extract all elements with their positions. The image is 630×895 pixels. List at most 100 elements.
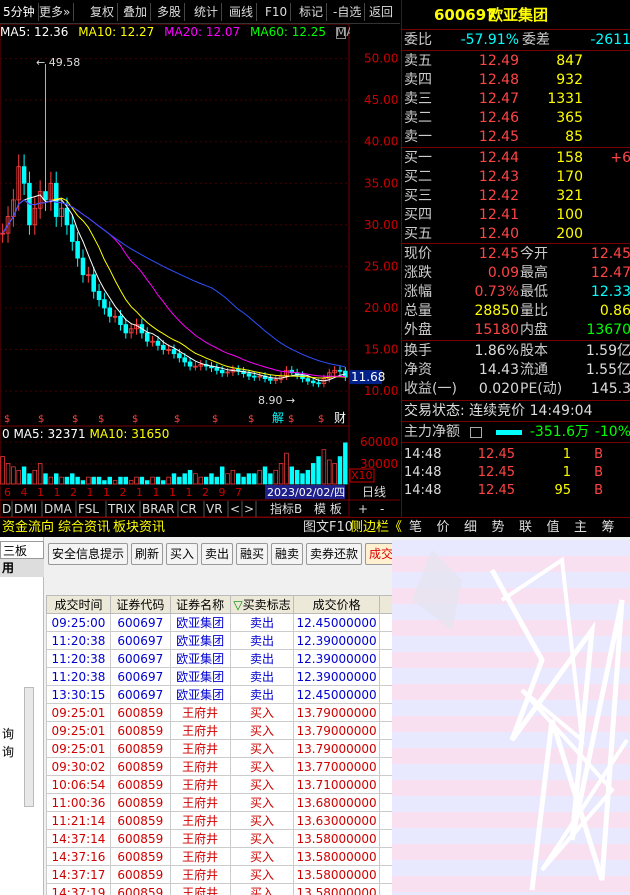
tab-right-5[interactable]: 值: [547, 519, 560, 537]
indicator-tab-9: >: [244, 502, 254, 516]
price-tick-label: 35.00: [364, 176, 398, 190]
trade-button-4[interactable]: 融买: [236, 543, 268, 565]
tab-right-6[interactable]: 主: [574, 519, 587, 537]
volume-bar: [316, 456, 321, 485]
weibi-row: 委比 -57.91% 委差 -2611: [402, 31, 630, 50]
candle: [112, 309, 118, 323]
volume-bar: [209, 473, 214, 485]
cell-name: 欧亚集团: [169, 631, 231, 650]
volume-bar: [145, 480, 150, 485]
tab-right-4[interactable]: 联: [519, 519, 532, 537]
stat-row: 收益(一) 0.020 PE(动) 145.3: [402, 380, 630, 399]
sell-order-row[interactable]: 卖五 12.49 847: [402, 52, 630, 71]
tab-right-1[interactable]: 价: [437, 519, 450, 537]
buy-order-row[interactable]: 买二 12.43 170: [402, 168, 630, 187]
tab-right-0[interactable]: 笔: [409, 519, 422, 537]
sell-order-row[interactable]: 卖一 12.45 85: [402, 128, 630, 147]
sell-order-row[interactable]: 卖四 12.48 932: [402, 71, 630, 90]
sidebar-item-query1[interactable]: 询: [0, 725, 44, 743]
kline-chart[interactable]: 50.00 45.00 40.00 35.00 30.00 25.00 20.00 15.00…: [0, 24, 400, 517]
volume-legend: 0 MA5: 32371 MA10: 31650: [2, 427, 169, 441]
x-tick-label: 2: [70, 486, 77, 499]
mark-button[interactable]: 标记: [296, 3, 328, 21]
remove-favorite-button[interactable]: -自选: [330, 3, 366, 21]
stat-row: 涨跌 0.09 最高 12.47: [402, 264, 630, 283]
tab-right-2[interactable]: 细: [464, 519, 477, 537]
trade-button-1[interactable]: 刷新: [131, 543, 163, 565]
event-marker: $: [72, 414, 78, 425]
buy-order-row[interactable]: 买五 12.40 200: [402, 225, 630, 244]
x-tick-label: 6: [4, 486, 11, 499]
col-price[interactable]: 成交价格: [293, 595, 380, 614]
indicator-tab-5: BRAR: [142, 502, 175, 516]
candle: [37, 180, 43, 219]
col-name[interactable]: 证券名称: [169, 595, 231, 614]
date-box: 2023/02/02/四: [267, 486, 345, 499]
trade-button-2[interactable]: 买入: [166, 543, 198, 565]
more-button[interactable]: 更多»: [36, 3, 75, 21]
col-time[interactable]: 成交时间: [46, 595, 111, 614]
sell-order-volume: 365: [556, 110, 583, 126]
sell-order-row[interactable]: 卖二 12.46 365: [402, 109, 630, 128]
price-tick-label: 40.00: [364, 135, 398, 149]
back-button[interactable]: 返回: [366, 3, 396, 21]
sidebar-item-sanban[interactable]: 三板: [0, 541, 44, 559]
candle: [198, 360, 204, 371]
indicator-tab-6: CR: [180, 502, 197, 516]
sort-icon: ▽: [233, 598, 243, 612]
indicator-tab-3: FSL: [78, 502, 99, 516]
last-price-tag: 11.68: [351, 370, 385, 384]
buy-order-row[interactable]: 买四 12.41 100: [402, 206, 630, 225]
f10-button[interactable]: F10: [262, 3, 292, 21]
stat-value: 0.020: [478, 381, 519, 397]
tab-f10[interactable]: 图文F10: [303, 519, 353, 537]
sidebar-item-use[interactable]: 用: [0, 559, 44, 577]
volume-bar: [300, 473, 305, 485]
volume-bar: [343, 442, 348, 485]
main-flow-icon[interactable]: [470, 427, 482, 438]
cell-code: 600697: [109, 613, 171, 632]
tab-right-7[interactable]: 筹: [602, 519, 615, 537]
buy-order-row[interactable]: 买一 12.44 158 +6: [402, 149, 630, 168]
volume-bar: [337, 456, 343, 485]
cell-name: 王府井: [169, 883, 231, 895]
cell-time: 09:25:01: [46, 739, 111, 758]
tab-news[interactable]: 综合资讯: [58, 519, 110, 537]
ma60-label: MA60: 12.25: [250, 25, 327, 39]
buy-order-row[interactable]: 买三 12.42 321: [402, 187, 630, 206]
indicator-tab-2: DMA: [44, 502, 73, 516]
tab-fund-flow[interactable]: 资金流向: [2, 519, 54, 537]
event-marker: $: [4, 414, 10, 425]
sell-order-row[interactable]: 卖三 12.47 1331: [402, 90, 630, 109]
stat-value: 0.09: [487, 265, 519, 281]
candle: [284, 366, 289, 381]
draw-line-button[interactable]: 画线: [226, 3, 258, 21]
col-code[interactable]: 证券代码: [109, 595, 171, 614]
trade-button-0[interactable]: 安全信息提示: [48, 543, 128, 565]
collapse-icon[interactable]: [336, 27, 346, 39]
cell-name: 王府井: [169, 721, 231, 740]
tab-right-3[interactable]: 势: [492, 519, 505, 537]
candle: [273, 375, 278, 385]
cell-name: 王府井: [169, 847, 231, 866]
multi-stock-button[interactable]: 多股: [154, 3, 186, 21]
buy-order-volume: 158: [556, 150, 583, 166]
stats-button[interactable]: 统计: [191, 3, 223, 21]
cell-name: 王府井: [169, 865, 231, 884]
tab-sector-news[interactable]: 板块资讯: [113, 519, 165, 537]
tab-sidebar[interactable]: 侧边栏《: [350, 519, 402, 537]
indicator-tab-7: VR: [206, 502, 223, 516]
col-side[interactable]: ▽买卖标志: [229, 595, 295, 614]
sidebar-item-query2[interactable]: 询: [0, 743, 44, 761]
sidebar-scrollbar[interactable]: [24, 687, 34, 807]
trade-button-5[interactable]: 融卖: [271, 543, 303, 565]
volume-bar: [273, 469, 278, 485]
trade-button-6[interactable]: 卖券还款: [306, 543, 362, 565]
sell-order-price: 12.48: [478, 72, 519, 88]
volume-bar: [16, 469, 21, 485]
trade-button-3[interactable]: 卖出: [201, 543, 233, 565]
fuquan-button[interactable]: 复权: [87, 3, 119, 21]
overlay-button[interactable]: 叠加: [120, 3, 152, 21]
period-selector[interactable]: 5分钟: [0, 3, 39, 21]
volume-tick-label: 60000: [360, 435, 398, 449]
